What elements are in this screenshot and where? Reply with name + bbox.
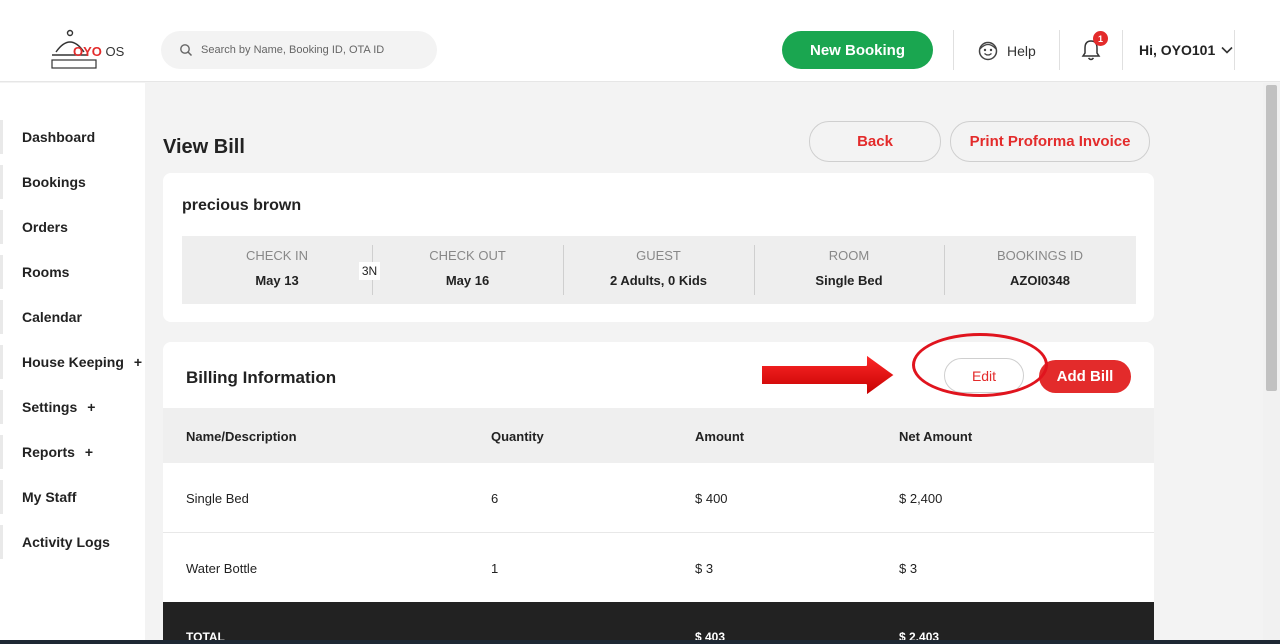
sidebar-item-label: My Staff (22, 489, 77, 505)
sidebar-item-rooms[interactable]: Rooms (22, 264, 69, 280)
column-header: Quantity (491, 429, 544, 444)
nav-accent (0, 435, 3, 469)
user-greeting: Hi, OYO101 (1139, 42, 1216, 58)
scrollbar-thumb[interactable] (1266, 85, 1277, 391)
bookings-id-label: BOOKINGS ID (997, 248, 1083, 263)
item-quantity: 1 (491, 561, 499, 576)
logo-suffix: OS (105, 44, 125, 59)
item-name: Single Bed (186, 491, 249, 506)
sidebar-item-label: Calendar (22, 309, 82, 325)
column-header: Name/Description (186, 429, 297, 444)
new-booking-button[interactable]: New Booking (782, 31, 933, 69)
check-out-column: CHECK OUT May 16 (372, 236, 563, 304)
nav-accent (0, 255, 3, 289)
expand-plus-icon[interactable]: + (85, 444, 93, 460)
nav-accent (0, 120, 3, 154)
support-icon (978, 41, 998, 61)
nav-accent (0, 480, 3, 514)
item-net-amount: $ 3 (899, 561, 918, 576)
room-column: ROOM Single Bed (754, 236, 944, 304)
booking-info-strip: CHECK IN May 13 3N CHECK OUT May 16 GUES… (182, 236, 1136, 304)
nav-accent (0, 390, 3, 424)
divider (1122, 30, 1123, 70)
sidebar-item-house-keeping[interactable]: House Keeping + (22, 354, 142, 370)
sidebar-item-label: Reports (22, 444, 75, 460)
taskbar-strip (0, 640, 1280, 644)
expand-plus-icon[interactable]: + (87, 399, 95, 415)
help-label: Help (1007, 43, 1036, 59)
page-scrollbar[interactable] (1263, 83, 1280, 644)
sidebar-item-label: Orders (22, 219, 68, 235)
print-proforma-invoice-button[interactable]: Print Proforma Invoice (950, 121, 1150, 162)
sidebar-item-label: Dashboard (22, 129, 96, 145)
column-header: Amount (695, 429, 745, 444)
sidebar-item-bookings[interactable]: Bookings (22, 174, 86, 190)
divider (953, 30, 954, 70)
expand-plus-icon[interactable]: + (134, 354, 142, 370)
guest-label: GUEST (636, 248, 681, 263)
divider (1059, 30, 1060, 70)
guest-value: 2 Adults, 0 Kids (609, 273, 708, 288)
chevron-down-icon (1221, 46, 1233, 54)
check-out-value: May 16 (445, 273, 490, 288)
nav-accent (0, 525, 3, 559)
item-amount: $ 400 (695, 491, 728, 506)
annotation-arrow-icon (760, 353, 896, 397)
check-out-label: CHECK OUT (429, 248, 506, 263)
page-title: View Bill (163, 136, 245, 158)
total-row: TOTAL $ 403 $ 2,403 (163, 602, 1154, 644)
logo-brand: OYO (73, 44, 102, 59)
table-row: Single Bed 6 $ 400 $ 2,400 (163, 463, 1154, 533)
annotation-highlight-circle (912, 333, 1048, 397)
guest-column: GUEST 2 Adults, 0 Kids (563, 236, 754, 304)
notification-badge: 1 (1093, 31, 1108, 46)
bookings-id-value: AZOI0348 (1010, 273, 1070, 288)
nav-accent (0, 300, 3, 334)
room-label: ROOM (828, 248, 870, 263)
search-icon (180, 44, 193, 57)
sidebar-item-calendar[interactable]: Calendar (22, 309, 82, 325)
item-quantity: 6 (491, 491, 499, 506)
sidebar-item-dashboard[interactable]: Dashboard (22, 129, 95, 145)
booking-summary-card: precious brown CHECK IN May 13 3N CHECK … (163, 173, 1154, 322)
column-header: Net Amount (899, 429, 973, 444)
check-in-value: May 13 (255, 273, 299, 288)
sidebar-item-label: Activity Logs (22, 534, 110, 550)
sidebar-item-label: Rooms (22, 264, 70, 280)
sidebar-item-orders[interactable]: Orders (22, 219, 68, 235)
sidebar: Dashboard Bookings Orders Rooms Calendar… (0, 83, 145, 644)
room-value: Single Bed (815, 273, 883, 288)
nav-accent (0, 165, 3, 199)
sidebar-item-label: Settings (22, 399, 78, 415)
bookings-id-column: BOOKINGS ID AZOI0348 (944, 236, 1136, 304)
sidebar-item-my-staff[interactable]: My Staff (22, 489, 76, 505)
item-name: Water Bottle (186, 561, 258, 576)
check-in-label: CHECK IN (245, 248, 309, 263)
back-button[interactable]: Back (809, 121, 941, 162)
add-bill-button[interactable]: Add Bill (1039, 360, 1131, 393)
table-row: Water Bottle 1 $ 3 $ 3 (163, 533, 1154, 603)
sidebar-item-reports[interactable]: Reports + (22, 444, 93, 460)
search-bar (161, 31, 437, 69)
sidebar-item-label: Bookings (22, 174, 86, 190)
billing-title: Billing Information (186, 368, 337, 387)
check-in-column: CHECK IN May 13 (182, 236, 372, 304)
help-link[interactable]: Help (977, 40, 1036, 62)
search-input[interactable] (201, 40, 426, 60)
nav-accent (0, 210, 3, 244)
divider (1234, 30, 1235, 70)
nav-accent (0, 345, 3, 379)
guest-name: precious brown (182, 197, 302, 214)
user-menu[interactable]: Hi, OYO101 (1139, 42, 1233, 58)
item-amount: $ 3 (695, 561, 714, 576)
sidebar-item-activity-logs[interactable]: Activity Logs (22, 534, 110, 550)
billing-table-header: Name/Description Quantity Amount Net Amo… (163, 408, 1154, 463)
top-header: OYO OS New Booking Help 1 Hi, OYO101 (0, 0, 1280, 82)
item-net-amount: $ 2,400 (899, 491, 943, 506)
sidebar-item-label: House Keeping (22, 354, 124, 370)
sidebar-item-settings[interactable]: Settings + (22, 399, 95, 415)
logo-text: OYO OS (73, 44, 124, 59)
